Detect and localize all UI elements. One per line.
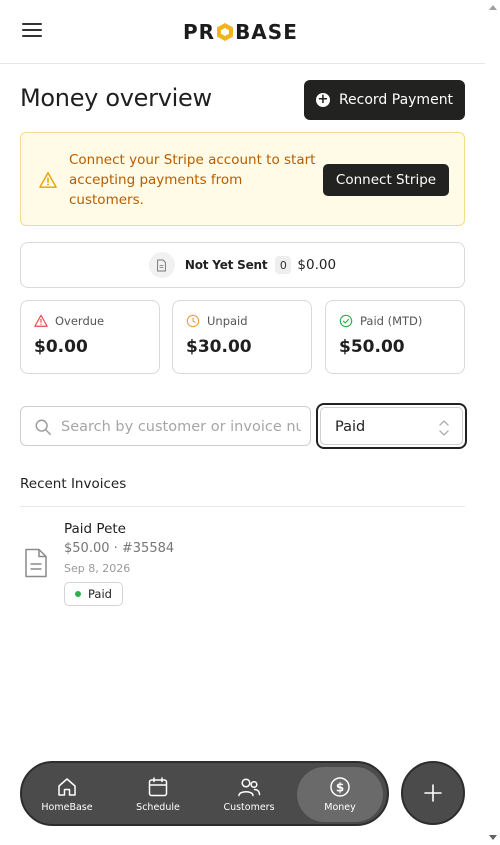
invoice-customer: Paid Pete bbox=[64, 521, 126, 537]
paid-mtd-card[interactable]: Paid (MTD) $50.00 bbox=[325, 300, 465, 374]
users-icon bbox=[238, 778, 261, 797]
calendar-icon bbox=[148, 777, 168, 797]
app-header: PR BASE bbox=[0, 0, 485, 64]
search-icon bbox=[35, 419, 51, 435]
stripe-message: Connect your Stripe account to start acc… bbox=[69, 152, 316, 208]
menu-icon[interactable] bbox=[22, 23, 42, 41]
document-icon bbox=[148, 252, 175, 278]
status-filter-select[interactable]: Paid bbox=[316, 403, 467, 449]
money-page: PR BASE Money overview + Record Payment … bbox=[0, 0, 485, 845]
unpaid-label: Unpaid bbox=[207, 314, 248, 328]
probase-logo[interactable]: PR BASE bbox=[183, 20, 298, 44]
dollar-circle-icon: $ bbox=[330, 777, 350, 797]
check-circle-icon bbox=[339, 314, 353, 328]
scroll-down-icon[interactable] bbox=[489, 835, 497, 840]
overdue-label: Overdue bbox=[55, 314, 105, 328]
nav-label-customers: Customers bbox=[223, 802, 275, 813]
record-payment-label: Record Payment bbox=[338, 92, 454, 108]
nav-item-schedule[interactable]: Schedule bbox=[115, 767, 201, 822]
stripe-connect-banner: Connect your Stripe account to start acc… bbox=[20, 132, 465, 226]
status-filter-value: Paid bbox=[335, 419, 366, 435]
status-badge: Paid bbox=[64, 582, 123, 606]
alert-triangle-icon bbox=[34, 314, 48, 327]
record-payment-button[interactable]: + Record Payment bbox=[304, 80, 465, 120]
bottom-nav: HomeBase Schedule Customers $ Money bbox=[20, 761, 389, 826]
nav-label-homebase: HomeBase bbox=[41, 802, 93, 813]
connect-stripe-button[interactable]: Connect Stripe bbox=[323, 164, 449, 196]
unpaid-value: $30.00 bbox=[186, 337, 252, 357]
search-input[interactable] bbox=[61, 416, 301, 438]
status-dot bbox=[75, 591, 81, 597]
page-title: Money overview bbox=[20, 84, 212, 112]
scrollbar[interactable] bbox=[485, 0, 500, 845]
logo-text-prefix: PR bbox=[183, 20, 216, 44]
invoice-date: Sep 8, 2026 bbox=[64, 562, 131, 575]
not-yet-sent-label: Not Yet Sent bbox=[184, 258, 268, 272]
nav-label-schedule: Schedule bbox=[136, 802, 180, 813]
clock-icon bbox=[186, 314, 200, 328]
invoice-amount-number: $50.00 · #35584 bbox=[64, 541, 175, 556]
svg-text:$: $ bbox=[336, 781, 344, 795]
paid-mtd-value: $50.00 bbox=[339, 337, 405, 357]
overdue-card[interactable]: Overdue $0.00 bbox=[20, 300, 160, 374]
not-yet-sent-count: 0 bbox=[275, 256, 292, 274]
nav-item-money[interactable]: $ Money bbox=[297, 767, 383, 822]
chevron-up-down-icon bbox=[439, 420, 449, 436]
scroll-up-icon[interactable] bbox=[489, 5, 497, 10]
logo-text-suffix: BASE bbox=[235, 20, 298, 44]
overdue-value: $0.00 bbox=[34, 337, 88, 357]
recent-invoices-title: Recent Invoices bbox=[20, 476, 127, 492]
plus-circle-icon: + bbox=[315, 92, 330, 107]
not-yet-sent-amount: $0.00 bbox=[297, 257, 337, 273]
add-button[interactable] bbox=[401, 761, 465, 825]
paid-mtd-label: Paid (MTD) bbox=[360, 314, 423, 328]
invoice-list-item[interactable]: Paid Pete $50.00 · #35584 Sep 8, 2026 Pa… bbox=[20, 516, 465, 612]
logo-hexagon-icon bbox=[217, 23, 234, 41]
nav-item-homebase[interactable]: HomeBase bbox=[24, 767, 110, 822]
plus-icon bbox=[424, 784, 442, 802]
search-box bbox=[20, 406, 311, 446]
not-yet-sent-card[interactable]: Not Yet Sent 0 $0.00 bbox=[20, 242, 465, 288]
status-badge-label: Paid bbox=[88, 587, 112, 601]
unpaid-card[interactable]: Unpaid $30.00 bbox=[172, 300, 312, 374]
nav-label-money: Money bbox=[324, 802, 356, 813]
divider bbox=[20, 506, 465, 507]
nav-item-customers[interactable]: Customers bbox=[206, 767, 292, 822]
invoice-document-icon bbox=[25, 548, 47, 578]
warning-icon bbox=[39, 172, 57, 188]
home-icon bbox=[58, 778, 76, 796]
